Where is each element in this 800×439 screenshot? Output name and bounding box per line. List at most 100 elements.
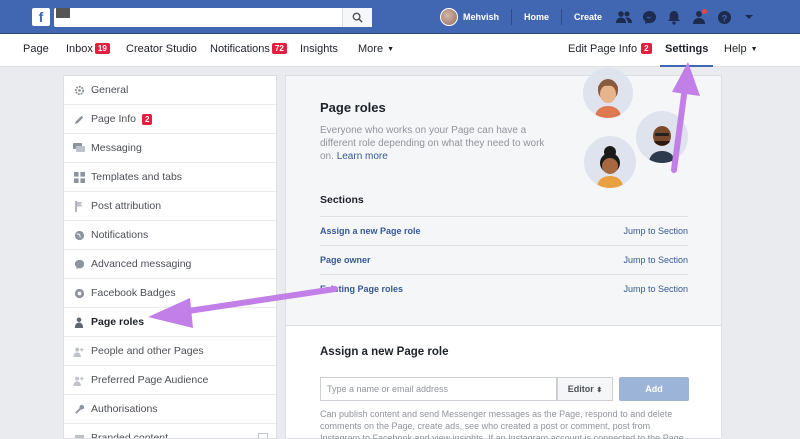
tab-help[interactable]: Help ▼ [724,34,758,67]
page-roles-description: Everyone who works on your Page can have… [320,124,550,163]
sidebar-item-notifications[interactable]: Notifications [64,221,276,250]
role-value: Editor [567,384,594,394]
external-link-icon[interactable] [258,433,268,438]
sidebar-item-label: Preferred Page Audience [91,374,209,386]
notifications-button[interactable] [664,7,684,27]
jump-to-section-link[interactable]: Jump to Section [623,255,688,265]
person-face-icon [595,79,621,118]
add-button[interactable]: Add [619,377,689,401]
sidebar-item-label: Branded content [91,432,169,439]
assign-role-heading: Assign a new Page role [320,346,449,358]
tab-insights[interactable]: Insights [300,34,338,67]
redacted-area [56,8,70,18]
section-link[interactable]: Page owner [320,255,371,265]
section-row: Assign a new Page role Jump to Section [320,216,688,245]
sidebar-item-label: Advanced messaging [91,258,192,270]
gear-icon [72,83,86,97]
friend-requests-button[interactable] [614,7,634,27]
messenger-icon [72,257,86,271]
section-row: Page owner Jump to Section [320,245,688,274]
avatar-illustration [584,136,636,188]
notifications-count-badge: 72 [271,43,287,54]
audience-icon [72,373,86,387]
page-tabs-bar: Page Inbox 19 Creator Studio Notification… [0,34,800,67]
sidebar-item-label: Page roles [91,316,145,328]
tab-label: Help [724,43,747,55]
home-link[interactable]: Home [524,12,549,22]
tab-label: Notifications [210,43,270,55]
sidebar-item-page-info[interactable]: Page Info 2 [64,105,276,134]
section-row: Existing Page roles Jump to Section [320,274,688,303]
branded-icon [72,431,86,438]
tab-label: Edit Page Info [568,43,638,55]
wrench-icon [72,402,86,416]
sidebar-item-preferred-page-audience[interactable]: Preferred Page Audience [64,366,276,395]
section-link[interactable]: Assign a new Page role [320,226,421,236]
sidebar-item-label: Authorisations [91,403,158,415]
sidebar-item-post-attribution[interactable]: Post attribution [64,192,276,221]
badge-icon [72,286,86,300]
tab-page[interactable]: Page [23,34,49,67]
facebook-logo[interactable]: f [32,8,50,26]
sidebar-item-templates-and-tabs[interactable]: Templates and tabs [64,163,276,192]
sidebar-item-label: Notifications [91,229,149,241]
sidebar-item-label: Templates and tabs [91,171,183,183]
globe-icon [72,228,86,242]
tab-creator-studio[interactable]: Creator Studio [126,34,197,67]
tab-more[interactable]: More ▼ [358,34,394,67]
search-input[interactable] [70,8,166,27]
tab-label: Inbox [66,43,93,55]
quick-help-button[interactable] [689,7,709,27]
tab-label: Page [23,43,49,55]
pencil-icon [72,112,86,126]
tab-label: Insights [300,43,338,55]
notification-dot [701,8,709,15]
messenger-button[interactable] [639,7,659,27]
caret-down-icon: ▼ [750,46,758,53]
learn-more-link[interactable]: Learn more [337,151,388,162]
sidebar-item-authorisations[interactable]: Authorisations [64,395,276,424]
tab-label: Settings [665,43,709,55]
sidebar-item-page-roles[interactable]: Page roles [64,308,276,337]
name-email-input[interactable]: Type a name or email address [320,377,557,401]
profile-link[interactable]: Mehvish [463,12,499,22]
create-link[interactable]: Create [574,12,602,22]
sidebar-item-advanced-messaging[interactable]: Advanced messaging [64,250,276,279]
sidebar-item-messaging[interactable]: Messaging [64,134,276,163]
user-avatar[interactable] [440,8,458,26]
role-select[interactable]: Editor ⬍ [557,377,613,401]
divider [511,9,513,25]
sidebar-item-general[interactable]: General [64,76,276,105]
chevron-down-icon [745,15,754,19]
sidebar-item-label: Messaging [91,142,142,154]
tab-edit-page-info[interactable]: Edit Page Info 2 [568,34,652,67]
sidebar-item-label: Page Info [91,113,136,125]
flag-icon [72,199,86,213]
tab-inbox[interactable]: Inbox 19 [66,34,110,67]
assign-role-panel: Assign a new Page role Type a name or em… [285,326,722,439]
person-icon [72,315,86,329]
jump-to-section-link[interactable]: Jump to Section [623,226,688,236]
top-navigation-bar: f Mehvish Home Create ? [0,0,800,34]
top-nav-links: Mehvish Home Create ? [440,0,764,34]
help-button[interactable]: ? [714,7,734,27]
search-button[interactable] [342,8,372,27]
page-info-badge: 2 [141,113,153,125]
sidebar-item-people-and-other-pages[interactable]: People and other Pages [64,337,276,366]
bell-icon [668,10,681,25]
sidebar-item-label: General [91,84,129,96]
section-link[interactable]: Existing Page roles [320,284,403,294]
search-bar[interactable] [54,8,372,27]
sidebar-item-facebook-badges[interactable]: Facebook Badges [64,279,276,308]
avatar-illustration [636,111,688,163]
messenger-icon [642,10,656,24]
people-icon [72,344,86,358]
tab-notifications[interactable]: Notifications 72 [210,34,287,67]
tab-label: Creator Studio [126,43,197,55]
sidebar-item-branded-content[interactable]: Branded content [64,424,276,439]
updown-icon: ⬍ [596,387,603,394]
account-menu-button[interactable] [739,7,759,27]
settings-sidebar: General Page Info 2 Messaging Templates and … [63,75,277,439]
jump-to-section-link[interactable]: Jump to Section [623,284,688,294]
tab-settings[interactable]: Settings [660,34,714,67]
